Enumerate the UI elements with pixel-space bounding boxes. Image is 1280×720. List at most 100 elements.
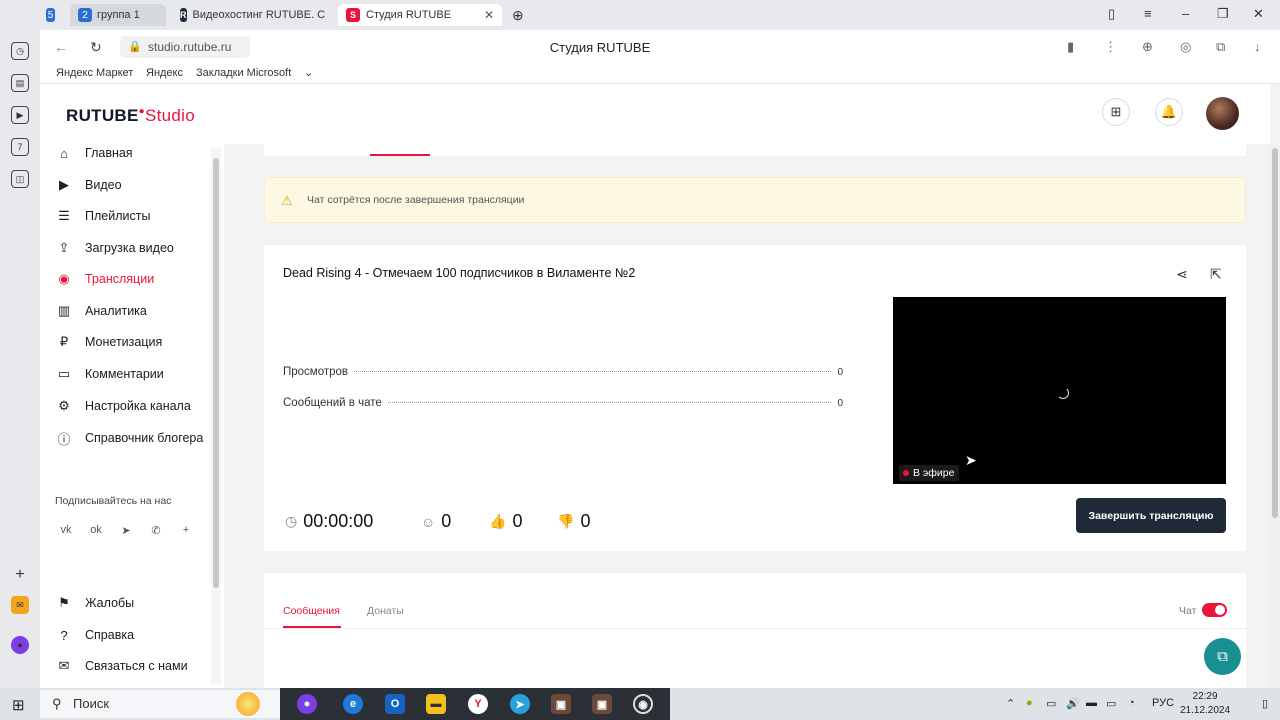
collections-icon[interactable]: ▤ xyxy=(11,74,29,92)
sidebar-item-monetization[interactable]: ₽ Монетизация xyxy=(56,332,162,352)
protect-icon[interactable]: ◎ xyxy=(1180,39,1191,55)
volume-icon[interactable]: 🔊 xyxy=(1066,697,1080,710)
translate-icon[interactable]: ⊕ xyxy=(1142,39,1153,55)
taskbar-search[interactable]: ⚲ Поиск xyxy=(40,690,280,718)
bookmark-yandex[interactable]: Яндекс xyxy=(146,67,183,79)
info-icon: ⓘ xyxy=(57,431,71,447)
share-icon[interactable]: ⋖ xyxy=(1176,266,1188,283)
display-icon[interactable]: ▭ xyxy=(1106,697,1116,710)
tab-donations[interactable]: Донаты xyxy=(367,605,404,617)
stream-preview-player[interactable]: В эфире ➤ xyxy=(893,297,1226,484)
tab-group-1[interactable]: 2 группа 1 xyxy=(70,4,166,26)
url-field[interactable]: 🔒 studio.rutube.ru xyxy=(120,36,250,58)
network-icon[interactable]: ◔ xyxy=(1128,697,1135,709)
game-app-icon[interactable]: ▣ xyxy=(551,694,571,714)
app-7-icon[interactable]: 7 xyxy=(11,138,29,156)
language-indicator[interactable]: РУС xyxy=(1152,697,1174,709)
sidebar-item-label: Загрузка видео xyxy=(85,241,174,255)
maximize-icon[interactable]: ❐ xyxy=(1217,6,1229,22)
add-panel-icon[interactable]: + xyxy=(11,566,29,584)
sidebar-item-help[interactable]: ? Справка xyxy=(56,625,134,645)
game-app-2-icon[interactable]: ▣ xyxy=(592,694,612,714)
clock[interactable]: 22:29 21.12.2024 xyxy=(1180,690,1230,718)
logo-main: RUTUBE xyxy=(66,106,139,125)
new-tab-button[interactable]: ⊕ xyxy=(508,4,530,26)
more-icon[interactable]: ⋮ xyxy=(1104,39,1117,55)
yandex-browser-icon[interactable]: Y xyxy=(468,694,488,714)
tab-rutube-studio[interactable]: S Студия RUTUBE ✕ xyxy=(338,4,502,26)
alice-icon[interactable]: ● xyxy=(11,636,29,654)
back-icon[interactable]: ← xyxy=(54,39,68,55)
tab-messages[interactable]: Сообщения xyxy=(283,605,340,617)
sidebar-item-label: Настройка канала xyxy=(85,399,191,413)
window-close-icon[interactable]: ✕ xyxy=(1253,6,1264,22)
support-chat-button[interactable]: ⧉ xyxy=(1204,638,1241,675)
notifications-button[interactable]: 🔔 xyxy=(1155,98,1183,126)
screenshot-icon[interactable]: ◫ xyxy=(11,170,29,188)
weather-icon[interactable] xyxy=(236,692,260,716)
mail-app-icon[interactable]: ✉ xyxy=(11,596,29,614)
main-content: ⚠ Чат сотрётся после завершения трансляц… xyxy=(224,144,1270,688)
extensions-icon[interactable]: ⧉ xyxy=(1216,39,1225,55)
sidebar-item-analytics[interactable]: ▥ Аналитика xyxy=(56,301,147,321)
play-icon[interactable]: ▶ xyxy=(11,106,29,124)
tray-app-icon[interactable]: ● xyxy=(1026,697,1033,709)
sidebar-item-channel-settings[interactable]: ⚙ Настройка канала xyxy=(56,396,191,416)
sidebar-item-broadcasts[interactable]: ◉ Трансляции xyxy=(56,269,154,289)
avatar[interactable] xyxy=(1206,97,1239,130)
downloads-icon[interactable]: ↓ xyxy=(1254,39,1261,54)
sidebar-item-upload[interactable]: ⇪ Загрузка видео xyxy=(56,238,174,258)
tab-label: группа 1 xyxy=(97,9,140,21)
sidebar-item-comments[interactable]: ▭ Комментарии xyxy=(56,364,164,384)
analytics-icon: ▥ xyxy=(57,303,71,318)
notifications-icon[interactable]: ▯ xyxy=(1262,697,1268,710)
windows-start-icon[interactable]: ⊞ xyxy=(12,696,25,714)
viber-icon[interactable]: ✆ xyxy=(147,521,165,539)
tab-rutube-hosting[interactable]: R Видеохостинг RUTUBE. С xyxy=(172,4,332,26)
plus-icon[interactable]: + xyxy=(177,521,195,539)
sidebar-item-contact[interactable]: ✉ Связаться с нами xyxy=(56,656,188,676)
end-stream-button[interactable]: Завершить трансляцию xyxy=(1076,498,1226,533)
sidebar-scroll-thumb[interactable] xyxy=(213,158,219,588)
battery-icon[interactable]: ▬ xyxy=(1086,697,1097,709)
outlook-icon[interactable]: O xyxy=(385,694,405,714)
sidebar-item-label: Плейлисты xyxy=(85,209,151,223)
edge-icon[interactable]: e xyxy=(343,694,363,714)
tab-group-5[interactable]: 5 xyxy=(38,4,68,26)
bookmark-panel-icon[interactable]: ▯ xyxy=(1108,6,1115,22)
create-button[interactable]: ⊞ xyxy=(1102,98,1130,126)
bookmark-yandex-market[interactable]: Яндекс Маркет xyxy=(56,67,133,79)
page-scroll-thumb[interactable] xyxy=(1272,148,1278,518)
mail-icon: ✉ xyxy=(58,658,70,673)
sidebar-item-blogger-guide[interactable]: ⓘ Справочник блогера xyxy=(56,428,203,448)
playlist-icon: ☰ xyxy=(58,208,70,223)
bookmark-icon[interactable]: ▮ xyxy=(1067,39,1074,55)
bookmark-microsoft[interactable]: Закладки Microsoft xyxy=(196,67,291,79)
minimize-icon[interactable]: – xyxy=(1182,6,1189,21)
vk-icon[interactable]: vk xyxy=(57,521,75,539)
tray-monitor-icon[interactable]: ▭ xyxy=(1046,697,1056,710)
obs-icon[interactable]: ◉ xyxy=(633,694,653,714)
reload-icon[interactable]: ↻ xyxy=(90,39,102,56)
sidebar-item-complaints[interactable]: ⚑ Жалобы xyxy=(56,593,134,613)
telegram-icon[interactable]: ➤ xyxy=(117,521,135,539)
tray-chevron-icon[interactable]: ⌃ xyxy=(1006,697,1015,710)
rutube-studio-logo[interactable]: RUTUBE●Studio xyxy=(66,106,195,126)
menu-icon[interactable]: ≡ xyxy=(1144,6,1152,21)
close-tab-icon[interactable]: ✕ xyxy=(484,8,494,22)
history-icon[interactable]: ◷ xyxy=(11,42,29,60)
chevron-down-icon[interactable]: ⌄ xyxy=(304,66,313,79)
telegram-taskbar-icon[interactable]: ➤ xyxy=(510,694,530,714)
taskbar-apps: ● e O ▬ Y ➤ ▣ ▣ ◉ xyxy=(280,688,670,720)
sidebar-item-home[interactable]: ⌂ Главная xyxy=(56,143,133,163)
open-external-icon[interactable]: ⇱ xyxy=(1210,266,1222,283)
page-scrollbar[interactable] xyxy=(1270,144,1280,688)
ok-icon[interactable]: ok xyxy=(87,521,105,539)
chat-toggle[interactable] xyxy=(1202,603,1227,617)
browser-tabbar: 5 2 группа 1 R Видеохостинг RUTUBE. С S … xyxy=(0,0,1280,30)
sidebar-item-playlists[interactable]: ☰ Плейлисты xyxy=(56,206,150,226)
sidebar-item-label: Монетизация xyxy=(85,335,163,349)
alice-taskbar-icon[interactable]: ● xyxy=(297,694,317,714)
sidebar-item-video[interactable]: ▶ Видео xyxy=(56,175,122,195)
folder-icon[interactable]: ▬ xyxy=(426,694,446,714)
